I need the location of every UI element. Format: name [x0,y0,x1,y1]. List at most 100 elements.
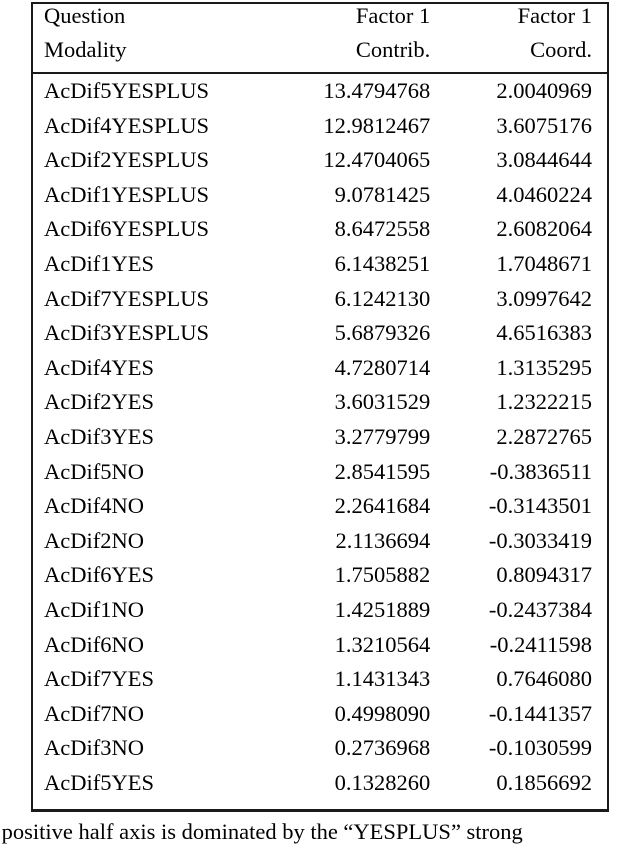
cell-factor1-coord: -0.3836511 [489,458,592,484]
cell-question-modality: AcDif5YES [44,769,154,795]
cell-question-modality: AcDif3NO [44,735,144,761]
table-header: Question Factor 1 Factor 1 Modality Cont… [33,4,607,74]
cell-factor1-coord: 3.0997642 [496,285,592,311]
cell-factor1-coord: 3.6075176 [496,112,592,138]
cell-factor1-coord: 0.8094317 [496,562,592,588]
cell-question-modality: AcDif5YESPLUS [44,78,210,104]
column-header-question-line2: Modality [44,37,127,62]
cell-factor1-contrib: 0.2736968 [334,735,431,761]
cell-factor1-coord: 2.0040969 [496,78,592,104]
cell-factor1-contrib: 12.4704065 [323,147,431,173]
cell-factor1-contrib: 12.9812467 [323,112,431,138]
table-row: AcDif3YES 3.2779799 2.2872765 [33,420,607,455]
cell-factor1-coord: -0.2437384 [488,596,592,622]
table-row: AcDif2YESPLUS 12.4704065 3.0844644 [33,143,607,178]
cell-factor1-contrib: 0.4998090 [334,700,431,726]
table-row: AcDif5YESPLUS 13.4794768 2.0040969 [33,73,607,109]
column-header-factor1-coord: Factor 1 [446,4,607,39]
column-header-contrib-line2: Contrib. [355,37,431,62]
factor-analysis-table: Question Factor 1 Factor 1 Modality Cont… [31,2,609,812]
column-header-question: Question [33,4,277,39]
table-row: AcDif1YESPLUS 9.0781425 4.0460224 [33,178,607,213]
cell-question-modality: AcDif6YESPLUS [44,216,210,242]
cell-factor1-coord: 0.7646080 [496,666,592,692]
cell-factor1-contrib: 2.8541595 [334,458,431,484]
cell-factor1-contrib: 6.1438251 [334,251,431,277]
cell-factor1-contrib: 9.0781425 [334,181,431,207]
cell-question-modality: AcDif7YESPLUS [44,285,210,311]
cell-factor1-contrib: 1.3210564 [334,631,431,657]
column-header-coord-sub: Coord. [446,37,607,72]
cell-factor1-contrib: 13.4794768 [323,78,431,104]
table-row: AcDif6YES 1.7505882 0.8094317 [33,558,607,593]
table-row: AcDif1NO 1.4251889 -0.2437384 [33,593,607,628]
table-row: AcDif7YESPLUS 6.1242130 3.0997642 [33,282,607,317]
cell-factor1-coord: -0.3143501 [488,493,592,519]
cell-question-modality: AcDif1YES [44,251,154,277]
cell-factor1-contrib: 1.4251889 [334,596,431,622]
cell-question-modality: AcDif4NO [44,493,144,519]
caption-text: e positive half axis is dominated by the… [0,819,523,844]
cell-question-modality: AcDif5NO [44,458,144,484]
cell-question-modality: AcDif4YESPLUS [44,112,210,138]
cell-factor1-coord: -0.1030599 [488,735,592,761]
column-header-contrib-line1: Factor 1 [355,3,431,28]
cell-factor1-coord: -0.1441357 [488,700,592,726]
column-header-contrib-sub: Contrib. [277,37,446,72]
cell-factor1-coord: 2.2872765 [496,423,592,449]
cell-factor1-coord: 3.0844644 [496,147,592,173]
table-row: AcDif6YESPLUS 8.6472558 2.6082064 [33,212,607,247]
table-row: AcDif3NO 0.2736968 -0.1030599 [33,731,607,766]
table-row: AcDif4NO 2.2641684 -0.3143501 [33,489,607,524]
cell-factor1-contrib: 1.1431343 [334,666,431,692]
table-row: AcDif5NO 2.8541595 -0.3836511 [33,455,607,490]
cell-factor1-contrib: 3.6031529 [334,389,431,415]
header-row-line-1: Question Factor 1 Factor 1 [33,4,607,39]
cell-question-modality: AcDif2NO [44,527,144,553]
table-row: AcDif4YESPLUS 12.9812467 3.6075176 [33,109,607,144]
document-page: Question Factor 1 Factor 1 Modality Cont… [0,0,640,848]
cell-question-modality: AcDif6NO [44,631,144,657]
cell-factor1-contrib: 2.1136694 [335,527,431,553]
cell-factor1-contrib: 8.6472558 [334,216,431,242]
table-row: AcDif2NO 2.1136694 -0.3033419 [33,524,607,559]
column-header-question-line1: Question [44,3,126,28]
cell-factor1-coord: 1.3135295 [496,354,592,380]
table-row: AcDif7YES 1.1431343 0.7646080 [33,662,607,697]
column-header-coord-line2: Coord. [530,37,592,62]
header-row-line-2: Modality Contrib. Coord. [33,37,607,72]
cell-factor1-contrib: 3.2779799 [334,423,431,449]
cell-factor1-contrib: 4.7280714 [334,354,431,380]
cell-question-modality: AcDif6YES [44,562,154,588]
table-row: AcDif5YES 0.1328260 0.1856692 [33,766,607,801]
table-row: AcDif7NO 0.4998090 -0.1441357 [33,697,607,732]
cell-factor1-contrib: 1.7505882 [334,562,431,588]
cell-factor1-contrib: 2.2641684 [334,493,431,519]
cell-question-modality: AcDif7NO [44,700,144,726]
cell-question-modality: AcDif3YESPLUS [44,320,210,346]
caption-clipped-region: e positive half axis is dominated by the… [0,818,640,848]
factor-table: Question Factor 1 Factor 1 Modality Cont… [33,4,607,800]
table-row: AcDif4YES 4.7280714 1.3135295 [33,351,607,386]
cell-factor1-coord: 4.0460224 [496,181,592,207]
cell-factor1-coord: 0.1856692 [496,769,592,795]
column-header-coord-line1: Factor 1 [517,3,592,28]
cell-factor1-contrib: 6.1242130 [334,285,431,311]
cell-factor1-contrib: 5.6879326 [334,320,431,346]
cell-factor1-coord: -0.3033419 [488,527,592,553]
cell-factor1-coord: 1.2322215 [496,389,592,415]
cell-factor1-coord: 1.7048671 [496,251,592,277]
table-row: AcDif2YES 3.6031529 1.2322215 [33,385,607,420]
column-header-modality: Modality [33,37,277,72]
table-row: AcDif3YESPLUS 5.6879326 4.6516383 [33,316,607,351]
table-body: AcDif5YESPLUS 13.4794768 2.0040969 AcDif4YE… [33,73,607,800]
cell-question-modality: AcDif2YESPLUS [44,147,210,173]
table-row: AcDif6NO 1.3210564 -0.2411598 [33,628,607,663]
cell-factor1-coord: 2.6082064 [496,216,592,242]
cell-factor1-contrib: 0.1328260 [334,769,431,795]
cell-question-modality: AcDif4YES [44,354,154,380]
column-header-factor1-contrib: Factor 1 [277,4,446,39]
cell-factor1-coord: -0.2411598 [489,631,592,657]
cell-question-modality: AcDif1NO [44,596,144,622]
cell-question-modality: AcDif1YESPLUS [44,181,210,207]
